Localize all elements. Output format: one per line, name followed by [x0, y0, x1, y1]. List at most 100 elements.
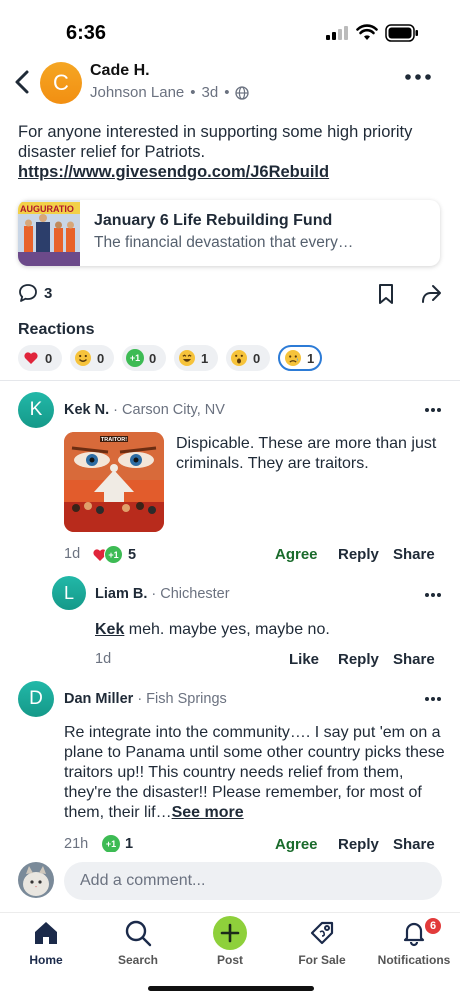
- link-preview-card[interactable]: AUGURATIO January 6 Life Rebuilding Fund…: [18, 200, 440, 266]
- wow-emoji-icon: [230, 349, 248, 367]
- reaction-count: 1: [201, 350, 209, 366]
- post-link[interactable]: https://www.givesendgo.com/J6Rebuild: [18, 162, 438, 182]
- search-icon: [125, 920, 152, 947]
- meta-separator: •: [190, 84, 196, 101]
- reaction-heart[interactable]: 0: [18, 345, 62, 371]
- bookmark-icon[interactable]: [378, 283, 394, 305]
- comment-text: Dispicable. These are more than just cri…: [176, 435, 437, 472]
- nav-for-sale[interactable]: For Sale: [276, 919, 368, 975]
- home-indicator: [148, 986, 314, 991]
- reaction-count: 1: [307, 350, 315, 366]
- wifi-icon: [356, 24, 378, 40]
- reaction-plus-one[interactable]: +1 0: [122, 345, 166, 371]
- nav-home[interactable]: Home: [0, 919, 92, 975]
- comment-icon[interactable]: [18, 283, 38, 303]
- comment-reactions-summary[interactable]: +1 5: [92, 545, 136, 564]
- commenter-name-text: Dan Miller: [64, 691, 134, 707]
- comment-reaction-count: 1: [125, 836, 134, 852]
- commenter-name[interactable]: Liam B. · Chichester: [95, 586, 230, 602]
- commenter-location: · Fish Springs: [137, 691, 227, 707]
- comment-text: Kek meh. maybe yes, maybe no.: [95, 620, 435, 640]
- author-neighborhood[interactable]: Johnson Lane: [90, 84, 184, 101]
- comment-more-icon[interactable]: [424, 696, 442, 702]
- reactions-row: 0 0 +1 0 1 0 1: [18, 345, 323, 371]
- post-age: 3d: [201, 84, 219, 101]
- see-more-link[interactable]: See more: [172, 804, 244, 821]
- plus-one-icon: +1: [104, 545, 123, 564]
- commenter-avatar[interactable]: D: [18, 681, 54, 717]
- comment-reactions-summary[interactable]: +1 1: [102, 835, 133, 853]
- comment-input[interactable]: [64, 862, 442, 900]
- comment-more-icon[interactable]: [424, 592, 442, 598]
- tag-icon: [310, 921, 334, 945]
- commenter-name-text: Liam B.: [95, 586, 148, 602]
- comment-text-body: Re integrate into the community…. I say …: [64, 724, 445, 821]
- reaction-smile[interactable]: 0: [70, 345, 114, 371]
- like-button[interactable]: Like: [289, 651, 319, 668]
- reaction-laugh[interactable]: 1: [174, 345, 218, 371]
- share-icon[interactable]: [420, 283, 442, 305]
- nav-label: Search: [117, 953, 159, 967]
- comment-age: 1d: [64, 546, 81, 562]
- agree-button[interactable]: Agree: [275, 546, 318, 563]
- reply-button[interactable]: Reply: [338, 836, 379, 853]
- agree-button[interactable]: Agree: [275, 836, 318, 853]
- comment-text-body: meh. maybe yes, maybe no.: [124, 621, 330, 638]
- reply-button[interactable]: Reply: [338, 546, 379, 563]
- plus-one-icon: +1: [126, 349, 144, 367]
- link-title: January 6 Life Rebuilding Fund: [94, 212, 333, 229]
- share-button[interactable]: Share: [393, 836, 435, 853]
- link-thumbnail: AUGURATIO: [18, 200, 80, 266]
- author-avatar[interactable]: C: [40, 62, 82, 104]
- reaction-wow[interactable]: 0: [226, 345, 270, 371]
- status-bar: 6:36: [0, 0, 460, 56]
- comment-age: 21h: [64, 836, 89, 852]
- nav-notifications[interactable]: 6 Notifications: [368, 917, 460, 975]
- back-icon[interactable]: [12, 68, 32, 96]
- laugh-emoji-icon: [178, 349, 196, 367]
- reaction-count: 0: [97, 350, 105, 366]
- commenter-avatar[interactable]: L: [52, 576, 86, 610]
- comment-reaction-count: 5: [128, 546, 137, 563]
- svg-text:AUGURATIO: AUGURATIO: [20, 204, 74, 214]
- post-body: For anyone interested in supporting some…: [18, 122, 438, 182]
- nav-label: For Sale: [298, 953, 346, 967]
- author-name[interactable]: Cade H.: [90, 62, 150, 80]
- commenter-avatar[interactable]: K: [18, 392, 54, 428]
- meta-separator: •: [224, 84, 230, 101]
- nav-post[interactable]: Post: [184, 916, 276, 975]
- commenter-name[interactable]: Kek N. · Carson City, NV: [64, 402, 225, 418]
- commenter-location: · Carson City, NV: [113, 402, 225, 418]
- reaction-sad[interactable]: 1: [278, 345, 323, 371]
- heart-icon: [22, 349, 40, 367]
- post-text: For anyone interested in supporting some…: [18, 123, 413, 161]
- commenter-location: · Chichester: [151, 586, 230, 602]
- author-meta: Johnson Lane • 3d •: [90, 84, 250, 101]
- battery-icon: [385, 24, 418, 42]
- comment-text: Re integrate into the community…. I say …: [64, 723, 446, 823]
- share-button[interactable]: Share: [393, 651, 435, 668]
- nav-search[interactable]: Search: [92, 919, 184, 975]
- comment-age: 1d: [95, 651, 112, 667]
- current-user-avatar[interactable]: [18, 862, 54, 898]
- home-icon: [35, 922, 57, 944]
- share-button[interactable]: Share: [393, 546, 435, 563]
- comment-count[interactable]: 3: [44, 285, 52, 302]
- mention-link[interactable]: Kek: [95, 621, 124, 638]
- plus-icon: [213, 916, 247, 950]
- reactions-heading: Reactions: [18, 321, 95, 338]
- reply-button[interactable]: Reply: [338, 651, 379, 668]
- commenter-name[interactable]: Dan Miller · Fish Springs: [64, 691, 227, 707]
- reaction-count: 0: [45, 350, 53, 366]
- more-options-icon[interactable]: [404, 70, 432, 84]
- reaction-count: 0: [253, 350, 261, 366]
- reaction-count: 0: [149, 350, 157, 366]
- divider: [0, 380, 460, 381]
- nav-label: Home: [29, 953, 63, 967]
- comment-more-icon[interactable]: [424, 407, 442, 413]
- notification-badge: 6: [424, 917, 442, 935]
- comment-image[interactable]: TRAITOR!: [64, 432, 164, 532]
- cellular-signal-icon: [326, 26, 348, 40]
- smile-emoji-icon: [74, 349, 92, 367]
- link-description: The financial devastation that every…: [94, 234, 354, 251]
